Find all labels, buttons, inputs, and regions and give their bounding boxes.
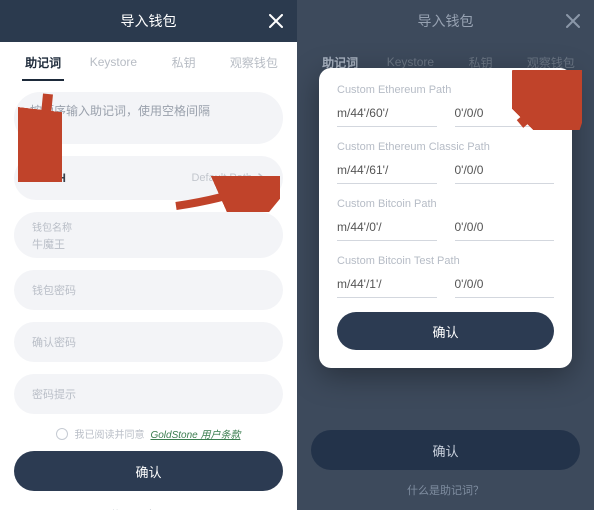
wallet-password-label: 钱包密码 [32, 282, 76, 298]
modal-submit-button[interactable]: 确认 [337, 312, 554, 350]
header-title: 导入钱包 [121, 11, 177, 31]
wallet-confirm-password-label: 确认密码 [32, 334, 76, 350]
terms-checkbox[interactable] [56, 428, 68, 440]
group-label: Custom Ethereum Classic Path [337, 141, 554, 153]
path-label: PATH [32, 171, 67, 185]
wallet-password-hint-label: 密码提示 [32, 386, 76, 402]
wallet-confirm-password-field[interactable]: 确认密码 [14, 322, 283, 362]
mnemonic-input[interactable]: 按顺序输入助记词，使用空格间隔 [14, 92, 283, 144]
screen-import-wallet: 导入钱包 助记词 Keystore 私钥 观察钱包 按顺序输入助记词，使用空格间… [0, 0, 297, 510]
path-value: Default Path [191, 172, 265, 184]
tab-mnemonic[interactable]: 助记词 [8, 44, 78, 81]
etc-path-prefix-input[interactable] [337, 159, 437, 184]
terms-prefix: 我已阅读并同意 [74, 426, 144, 441]
wallet-password-field[interactable]: 钱包密码 [14, 270, 283, 310]
submit-button[interactable]: 确认 [14, 451, 283, 491]
group-label: Custom Bitcoin Path [337, 198, 554, 210]
btctest-path-prefix-input[interactable] [337, 273, 437, 298]
path-modal: Custom Ethereum Path Custom Ethereum Cla… [319, 68, 572, 368]
tab-watch[interactable]: 观察钱包 [219, 44, 289, 81]
wallet-name-label: 钱包名称 [32, 219, 265, 234]
wallet-name-field[interactable]: 钱包名称 牛魔王 [14, 212, 283, 258]
wallet-password-hint-field[interactable]: 密码提示 [14, 374, 283, 414]
chevron-right-icon [258, 173, 265, 183]
btc-path-prefix-input[interactable] [337, 216, 437, 241]
form-body: 按顺序输入助记词，使用空格间隔 PATH Default Path 钱包名称 牛… [0, 82, 297, 441]
header: 导入钱包 [0, 0, 297, 42]
group-label: Custom Bitcoin Test Path [337, 255, 554, 267]
group-label: Custom Ethereum Path [337, 84, 554, 96]
eth-path-prefix-input[interactable] [337, 102, 437, 127]
etc-path-suffix-input[interactable] [455, 159, 555, 184]
wallet-name-value: 牛魔王 [32, 236, 265, 252]
btctest-path-suffix-input[interactable] [455, 273, 555, 298]
path-row[interactable]: PATH Default Path [14, 156, 283, 200]
btc-path-suffix-input[interactable] [455, 216, 555, 241]
close-icon[interactable] [269, 14, 283, 28]
tab-privatekey[interactable]: 私钥 [149, 44, 219, 81]
tabs: 助记词 Keystore 私钥 观察钱包 [0, 42, 297, 82]
mnemonic-placeholder: 按顺序输入助记词，使用空格间隔 [30, 102, 210, 119]
screen-import-wallet-path-modal: 导入钱包 助记词 Keystore 私钥 观察钱包 确认 什么是助记词？ Cus… [297, 0, 594, 510]
tab-keystore[interactable]: Keystore [78, 45, 148, 79]
eth-path-suffix-input[interactable] [455, 102, 555, 127]
modal-backdrop: Custom Ethereum Path Custom Ethereum Cla… [297, 0, 594, 510]
terms-link[interactable]: GoldStone 用户条款 [150, 426, 240, 441]
terms-row: 我已阅读并同意 GoldStone 用户条款 [14, 426, 283, 441]
